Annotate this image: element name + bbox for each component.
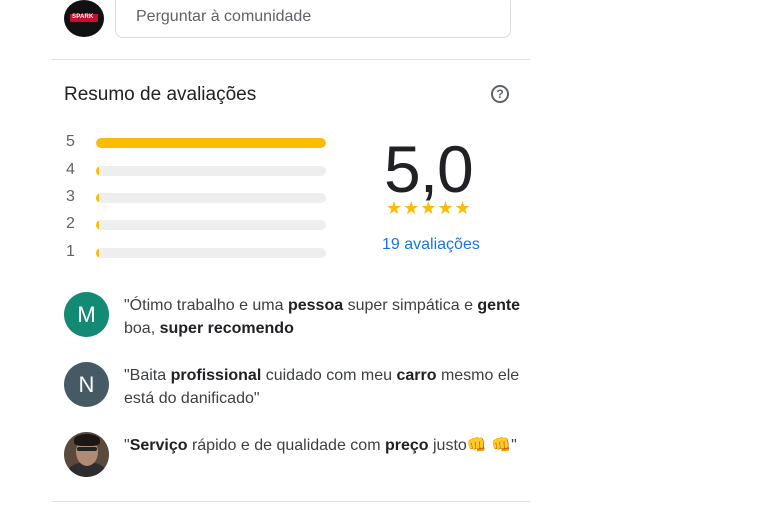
average-rating: 5,0 (384, 132, 474, 206)
avatar-hair (74, 434, 100, 446)
star-rating-icons: ★★★★★ (386, 198, 472, 218)
avatar-glasses (77, 447, 97, 451)
rating-bar-fill (96, 220, 99, 230)
rating-bar-track (96, 166, 326, 176)
rating-bar-fill (96, 193, 99, 203)
rating-bar-track (96, 248, 326, 258)
rating-bar-track (96, 193, 326, 203)
rating-row-3: 3 (66, 188, 336, 208)
help-circle-icon[interactable]: ? (491, 85, 509, 103)
divider-bottom (52, 501, 530, 502)
rating-row-1: 1 (66, 243, 336, 263)
avatar[interactable]: N (64, 362, 109, 407)
review-snippet[interactable]: "Ótimo trabalho e uma pessoa super simpá… (124, 294, 524, 340)
rating-bar-track (96, 220, 326, 230)
avatar-photo[interactable] (64, 432, 109, 477)
rating-label: 4 (66, 161, 75, 178)
logo-text: SPARK (72, 14, 94, 20)
rating-row-5: 5 (66, 133, 336, 153)
rating-bar-fill (96, 138, 326, 148)
profile-logo: SPARK (64, 0, 104, 37)
ask-community-input[interactable]: Perguntar à comunidade (115, 0, 511, 38)
rating-row-4: 4 (66, 161, 336, 181)
rating-bar-fill (96, 248, 99, 258)
rating-bar-fill (96, 166, 99, 176)
review-snippet[interactable]: "Serviço rápido e de qualidade com preço… (124, 434, 524, 457)
rating-label: 1 (66, 243, 75, 260)
avatar[interactable]: M (64, 292, 109, 337)
rating-label: 3 (66, 188, 75, 205)
rating-label: 2 (66, 215, 75, 232)
ask-community-placeholder: Perguntar à comunidade (136, 8, 312, 25)
rating-row-2: 2 (66, 215, 336, 235)
rating-bar-track (96, 138, 326, 148)
rating-label: 5 (66, 133, 75, 150)
review-snippet[interactable]: "Baita profissional cuidado com meu carr… (124, 364, 524, 410)
divider-top (52, 59, 530, 60)
summary-title: Resumo de avaliações (64, 84, 257, 105)
reviews-count-link[interactable]: 19 avaliações (382, 236, 480, 254)
